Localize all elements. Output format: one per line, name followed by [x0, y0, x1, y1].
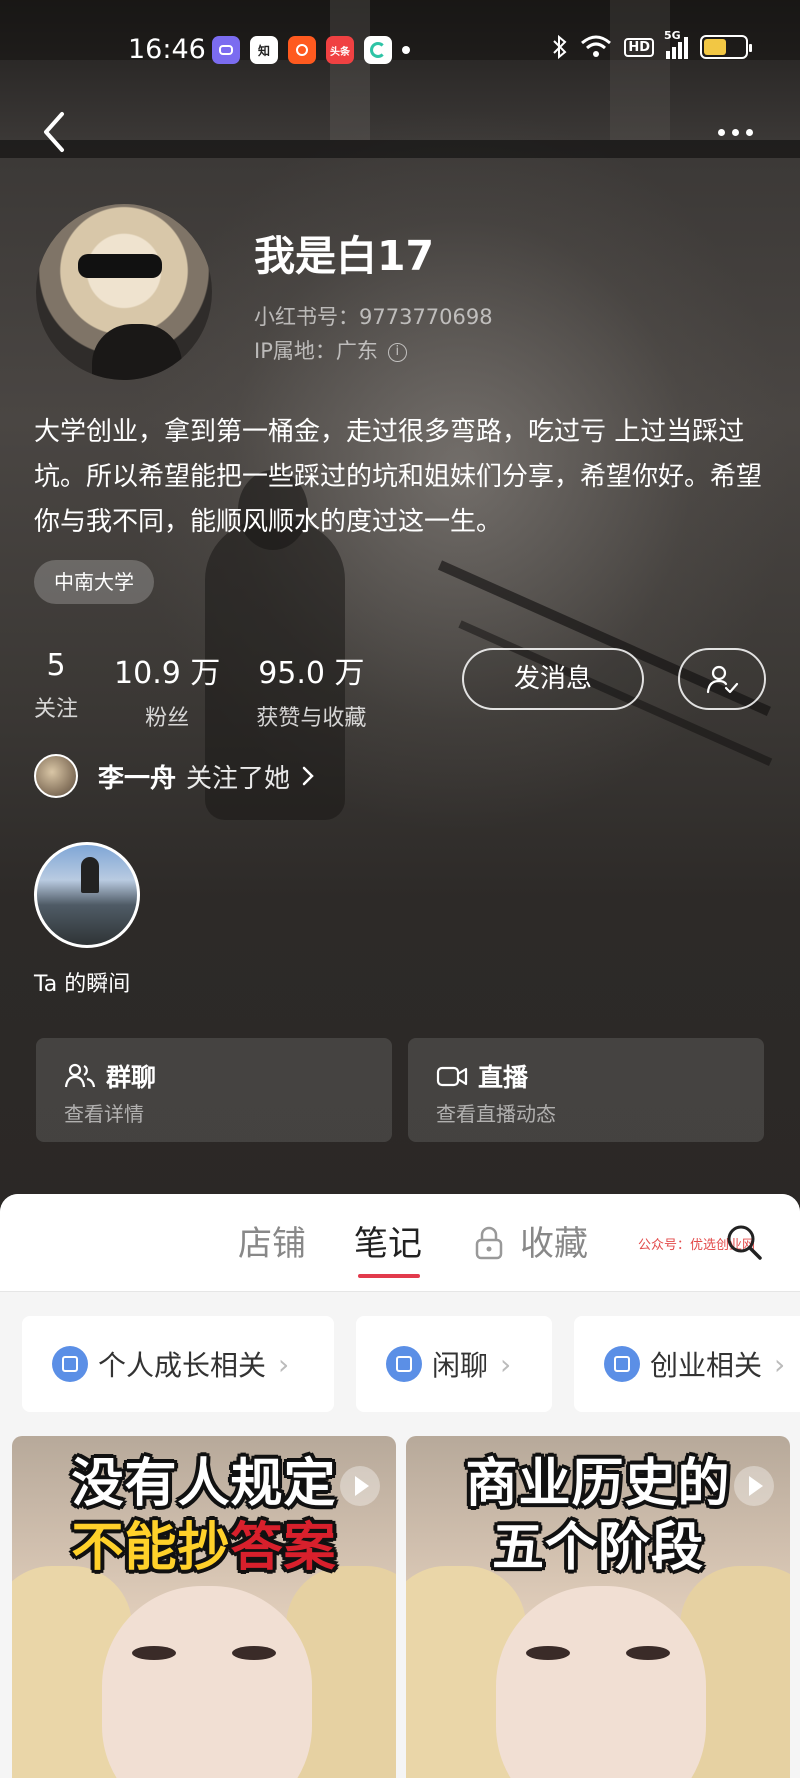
send-message-button[interactable]: 发消息	[462, 648, 644, 710]
album-icon	[52, 1346, 88, 1382]
info-icon[interactable]: i	[387, 342, 407, 362]
user-check-icon	[706, 665, 739, 694]
note-cover-title: 没有人规定 不能抄答案	[71, 1454, 337, 1578]
status-bar: 16:46 知 头条 HD 5G	[0, 22, 800, 82]
group-chat-title: 群聊	[106, 1063, 157, 1092]
status-time: 16:46	[128, 34, 206, 65]
school-tag[interactable]: 中南大学	[34, 560, 154, 604]
chevron-left-icon	[44, 112, 64, 152]
wifi-icon	[581, 35, 612, 57]
tabs-bar: 店铺 笔记 收藏 公众号：优选创业网	[0, 1194, 800, 1292]
profile-meta: 小红书号：9773770698 IP属地：广东 i	[254, 300, 493, 368]
album-chat[interactable]: 闲聊 ›	[356, 1316, 552, 1412]
red-id: 小红书号：9773770698	[254, 305, 493, 329]
status-app-icons: 知 头条	[212, 36, 410, 64]
notification-dot-icon	[402, 46, 410, 54]
more-options-button[interactable]	[710, 112, 760, 152]
album-icon	[386, 1346, 422, 1382]
profile-name: 我是白17	[254, 232, 435, 280]
active-tab-indicator	[358, 1274, 420, 1278]
group-users-icon	[64, 1063, 96, 1088]
play-icon	[340, 1466, 380, 1506]
toutiao-app-icon: 头条	[326, 36, 354, 64]
profile-bio: 大学创业，拿到第一桶金，走过很多弯路，吃过亏 上过当踩过坑。所以希望能把一些踩过…	[34, 417, 763, 537]
mutual-name: 李一舟	[98, 763, 177, 794]
lock-icon	[475, 1226, 503, 1260]
mutual-avatar	[34, 754, 78, 798]
note-card[interactable]: 商业历史的 五个阶段	[406, 1436, 790, 1778]
mutual-text: 关注了她	[186, 763, 291, 794]
moment-thumbnail[interactable]	[34, 842, 140, 948]
album-startup[interactable]: 创业相关 ›	[574, 1316, 800, 1412]
note-card[interactable]: 没有人规定 不能抄答案	[12, 1436, 396, 1778]
signal-icon: 5G	[664, 29, 688, 59]
video-camera-icon	[436, 1066, 468, 1087]
stat-following[interactable]: 5 关注	[34, 648, 78, 732]
followed-button[interactable]	[678, 648, 766, 710]
live-title: 直播	[478, 1063, 529, 1092]
status-right: HD 5G	[552, 29, 752, 60]
tab-notes[interactable]: 笔记	[354, 1216, 422, 1265]
profile-avatar[interactable]	[36, 204, 212, 380]
chevron-right-icon: ›	[500, 1347, 512, 1381]
battery-fill	[704, 39, 726, 55]
play-icon	[734, 1466, 774, 1506]
refresh-app-icon	[364, 36, 392, 64]
group-chat-subtitle: 查看详情	[64, 1102, 144, 1126]
back-button[interactable]	[36, 108, 76, 156]
bluetooth-icon	[553, 34, 567, 60]
moment-label: Ta 的瞬间	[34, 972, 131, 997]
note-cover-title: 商业历史的 五个阶段	[465, 1454, 731, 1578]
chevron-right-icon: ›	[774, 1347, 786, 1381]
chevron-right-icon	[302, 766, 314, 786]
stat-followers[interactable]: 10.9 万 粉丝	[114, 648, 220, 732]
content-sheet: 店铺 笔记 收藏 公众号：优选创业网 个人成长相关 › 闲聊 › 创业相关 ›	[0, 1194, 800, 1778]
more-dots-icon	[717, 128, 725, 136]
album-personal-growth[interactable]: 个人成长相关 ›	[22, 1316, 334, 1412]
album-icon	[604, 1346, 640, 1382]
kuaishou-app-icon	[288, 36, 316, 64]
album-row: 个人成长相关 › 闲聊 › 创业相关 ›	[0, 1316, 800, 1412]
chat-app-icon	[212, 36, 240, 64]
group-chat-card[interactable]: 群聊 查看详情	[36, 1038, 392, 1142]
ip-location: IP属地：广东	[254, 339, 378, 363]
battery-icon	[700, 35, 752, 59]
live-card[interactable]: 直播 查看直播动态	[408, 1038, 764, 1142]
mutual-follow-row[interactable]: 李一舟 关注了她	[34, 754, 318, 798]
profile-stats: 5 关注 10.9 万 粉丝 95.0 万 获赞与收藏	[34, 648, 366, 732]
hd-badge: HD	[624, 37, 654, 57]
tab-collections[interactable]: 收藏	[520, 1216, 588, 1265]
stat-likes-collects[interactable]: 95.0 万 获赞与收藏	[256, 648, 366, 732]
live-subtitle: 查看直播动态	[436, 1102, 556, 1126]
chevron-right-icon: ›	[278, 1347, 290, 1381]
search-icon[interactable]	[724, 1222, 764, 1262]
zhihu-app-icon: 知	[250, 36, 278, 64]
ip-location-row: IP属地：广东 i	[254, 334, 493, 368]
tab-shop[interactable]: 店铺	[238, 1216, 306, 1265]
